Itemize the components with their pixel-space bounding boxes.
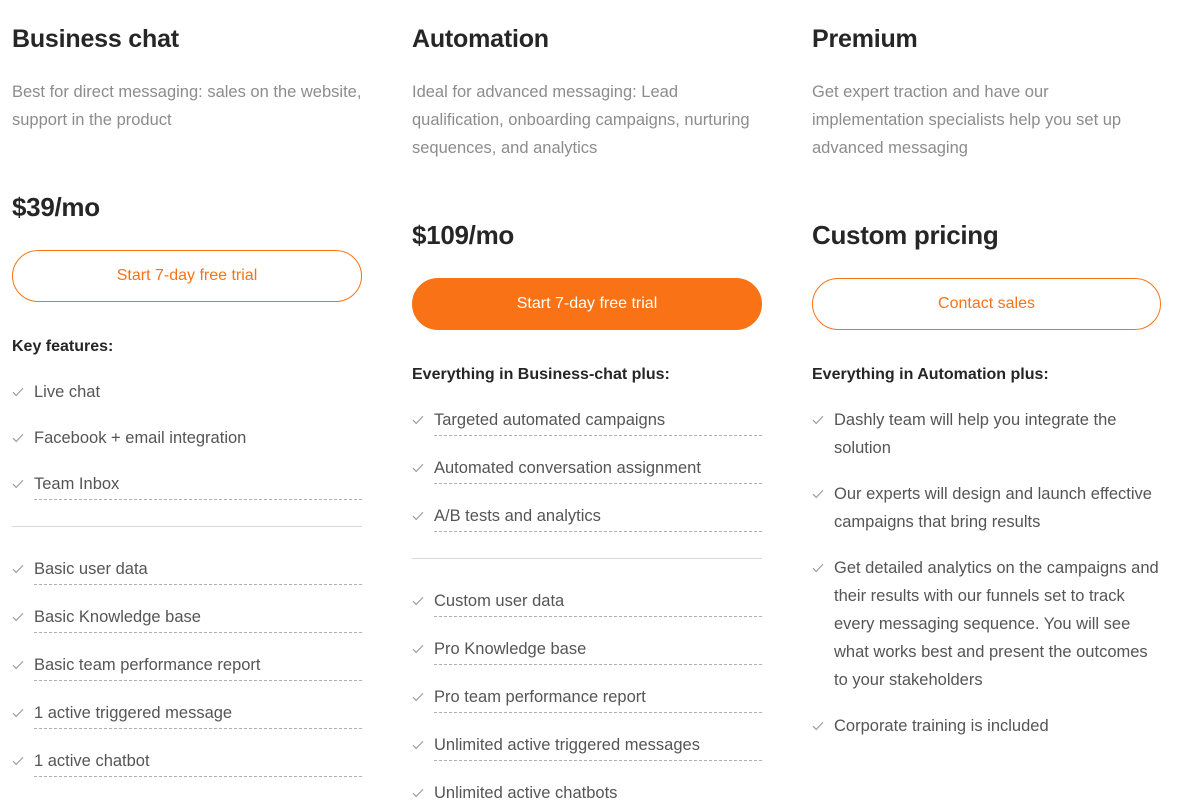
list-item: Basic team performance report (12, 651, 362, 681)
feature-label[interactable]: A/B tests and analytics (434, 502, 762, 532)
check-icon (12, 699, 24, 727)
list-item: Automated conversation assignment (412, 454, 762, 484)
list-item: A/B tests and analytics (412, 502, 762, 532)
list-item: Unlimited active chatbots (412, 779, 762, 802)
feature-label: Facebook + email integration (34, 428, 247, 447)
list-item: Pro Knowledge base (412, 635, 762, 665)
check-icon (412, 454, 424, 482)
feature-label[interactable]: Custom user data (434, 587, 762, 617)
list-item: Basic Knowledge base (12, 603, 362, 633)
plan-card-automation: Automation Ideal for advanced messaging:… (400, 25, 800, 802)
feature-label[interactable]: Basic team performance report (34, 651, 362, 681)
feature-label: Get detailed analytics on the campaigns … (834, 558, 1159, 689)
feature-group-divider (12, 525, 362, 527)
feature-label[interactable]: Unlimited active triggered messages (434, 731, 762, 761)
list-item: 1 active chatbot (12, 747, 362, 777)
plan-description: Get expert traction and have our impleme… (812, 82, 1122, 157)
start-trial-button[interactable]: Start 7-day free trial (12, 249, 362, 302)
check-icon (12, 603, 24, 631)
check-icon (412, 731, 424, 759)
check-icon (412, 635, 424, 663)
start-trial-button[interactable]: Start 7-day free trial (412, 277, 762, 330)
check-icon (12, 378, 24, 406)
list-item: Facebook + email integration (12, 424, 362, 452)
list-item: 1 active triggered message (12, 699, 362, 729)
feature-list-secondary: Basic user data Basic Knowledge base Bas… (12, 555, 362, 777)
list-item: Basic user data (12, 555, 362, 585)
feature-list-secondary: Custom user data Pro Knowledge base Pro … (412, 587, 762, 802)
list-item: Live chat (12, 378, 362, 406)
feature-label[interactable]: Team Inbox (34, 470, 362, 500)
check-icon (812, 480, 824, 508)
plan-card-premium: Premium Get expert traction and have our… (800, 25, 1177, 802)
feature-group-divider (412, 557, 762, 559)
check-icon (12, 555, 24, 583)
feature-label[interactable]: Unlimited active chatbots (434, 779, 762, 802)
feature-label: Corporate training is included (834, 716, 1049, 735)
feature-label: Our experts will design and launch effec… (834, 484, 1152, 531)
feature-label[interactable]: Pro team performance report (434, 683, 762, 713)
feature-label[interactable]: Basic Knowledge base (34, 603, 362, 633)
list-item: Corporate training is included (812, 712, 1161, 740)
list-item: Our experts will design and launch effec… (812, 480, 1161, 536)
check-icon (412, 683, 424, 711)
plan-price: $109/mo (412, 219, 514, 250)
check-icon (12, 651, 24, 679)
feature-label: Dashly team will help you integrate the … (834, 410, 1117, 457)
feature-label[interactable]: 1 active triggered message (34, 699, 362, 729)
list-item: Unlimited active triggered messages (412, 731, 762, 761)
features-heading: Key features: (12, 337, 114, 355)
features-heading: Everything in Automation plus: (812, 365, 1049, 383)
list-item: Pro team performance report (412, 683, 762, 713)
plan-card-business-chat: Business chat Best for direct messaging:… (0, 25, 400, 802)
check-icon (812, 406, 824, 434)
plan-price: Custom pricing (812, 219, 999, 250)
feature-label[interactable]: Basic user data (34, 555, 362, 585)
check-icon (12, 424, 24, 452)
check-icon (412, 502, 424, 530)
list-item: Team Inbox (12, 470, 362, 500)
check-icon (12, 747, 24, 775)
plan-title: Automation (412, 25, 549, 53)
plan-price-container: $39/mo (12, 134, 362, 226)
list-item: Get detailed analytics on the campaigns … (812, 554, 1161, 694)
plan-description: Best for direct messaging: sales on the … (12, 82, 362, 129)
check-icon (412, 406, 424, 434)
plan-description: Ideal for advanced messaging: Lead quali… (412, 82, 750, 157)
check-icon (412, 779, 424, 802)
feature-label[interactable]: Automated conversation assignment (434, 454, 762, 484)
list-item: Custom user data (412, 587, 762, 617)
check-icon (412, 587, 424, 615)
feature-list-primary: Targeted automated campaigns Automated c… (412, 406, 762, 532)
list-item: Dashly team will help you integrate the … (812, 406, 1161, 462)
list-item: Targeted automated campaigns (412, 406, 762, 436)
contact-sales-button[interactable]: Contact sales (812, 277, 1161, 330)
feature-label[interactable]: Targeted automated campaigns (434, 406, 762, 436)
feature-list-primary: Dashly team will help you integrate the … (812, 406, 1161, 740)
check-icon (12, 470, 24, 498)
plan-title: Premium (812, 25, 918, 53)
plan-price-container: $109/mo (412, 162, 762, 254)
plan-price: $39/mo (12, 191, 100, 222)
pricing-table: Business chat Best for direct messaging:… (0, 0, 1177, 802)
plan-price-container: Custom pricing (812, 162, 1161, 254)
feature-label: Live chat (34, 382, 101, 401)
feature-label[interactable]: Pro Knowledge base (434, 635, 762, 665)
features-heading: Everything in Business-chat plus: (412, 365, 670, 383)
feature-label[interactable]: 1 active chatbot (34, 747, 362, 777)
check-icon (812, 554, 824, 582)
plan-title: Business chat (12, 25, 179, 53)
feature-list-primary: Live chat Facebook + email integration T… (12, 378, 362, 500)
check-icon (812, 712, 824, 740)
